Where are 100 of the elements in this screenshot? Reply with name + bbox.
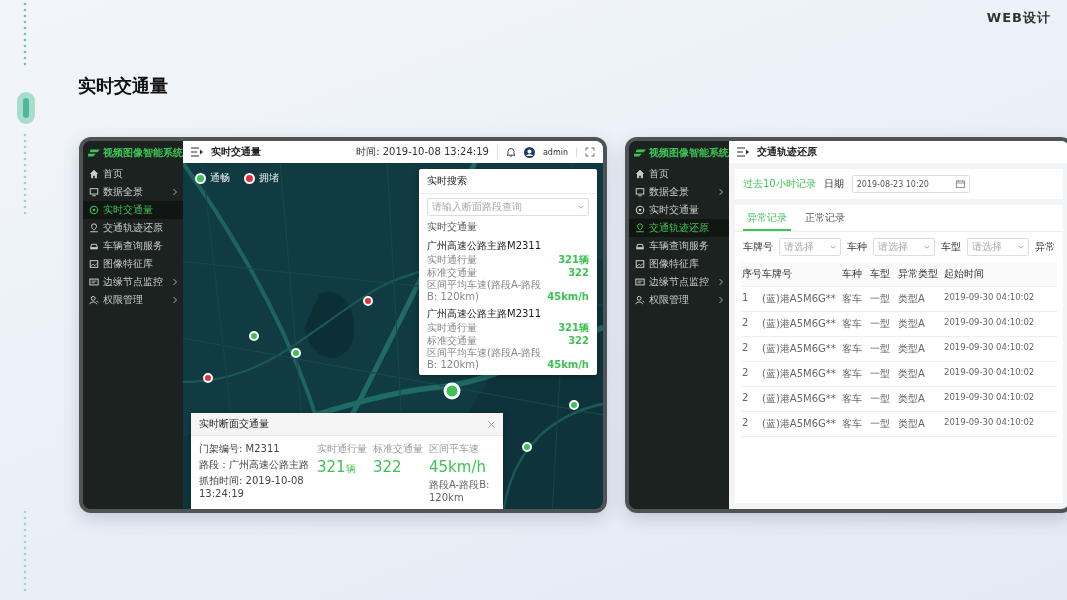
screen-icon (89, 277, 99, 287)
stat-label: 标准交通量 (373, 442, 423, 456)
sidebar-item[interactable]: 实时交通量 (629, 201, 729, 219)
time-text: 时间: 2019-10-08 13:24:19 (356, 145, 498, 159)
table-cell: 2 (741, 362, 761, 387)
table-cell: 2019-09-30 04:10:02 (943, 287, 1057, 312)
table-cell: (蓝)港A5M6G** (761, 387, 841, 412)
table-cell: 2 (741, 337, 761, 362)
table-cell: 一型 (869, 337, 897, 362)
sidebar-item[interactable]: 实时交通量 (83, 201, 183, 219)
user-icon (89, 295, 99, 305)
chevron-icon (718, 188, 724, 196)
section-label: 实时交通量 (427, 220, 478, 234)
map-marker[interactable] (522, 441, 533, 452)
chevron-icon (172, 188, 178, 196)
category-tag: WEB设计 (986, 9, 1051, 27)
sidebar-item[interactable]: 数据全景 (629, 183, 729, 201)
map-marker[interactable] (568, 400, 579, 411)
table-cell: 客车 (841, 387, 869, 412)
sidebar-item[interactable]: 权限管理 (83, 291, 183, 309)
menu-icon[interactable] (737, 147, 749, 157)
metric-value: 321辆 (558, 322, 589, 334)
column-header: 序号 (741, 262, 761, 287)
table-cell: 类型A (897, 337, 943, 362)
bell-icon[interactable] (505, 147, 516, 157)
sidebar-item[interactable]: 图像特征库 (629, 255, 729, 273)
table-cell: 2019-09-30 04:10:02 (943, 337, 1057, 362)
metric-value: 322 (568, 334, 589, 346)
screen-icon (635, 277, 645, 287)
home-icon (89, 169, 99, 179)
image-icon (89, 259, 99, 269)
metric-label: 实时通行量 (427, 322, 478, 334)
table-cell: (蓝)港A5M6G** (761, 337, 841, 362)
table-cell: 客车 (841, 312, 869, 337)
menu-icon[interactable] (191, 147, 203, 157)
table-cell: (蓝)港A5M6G** (761, 412, 841, 437)
table-cell: 类型A (897, 312, 943, 337)
sidebar-item[interactable]: 权限管理 (629, 291, 729, 309)
table-cell: 客车 (841, 412, 869, 437)
table-cell: 一型 (869, 387, 897, 412)
road-name: 广州高速公路主路M2311 (427, 307, 543, 321)
pin-icon (635, 223, 645, 233)
column-header: 车型 (869, 262, 897, 287)
metric-value: 45km/h (547, 290, 589, 302)
chevron-down-icon (1018, 243, 1024, 251)
legend-label: 通畅 (210, 171, 230, 185)
image-icon (635, 259, 645, 269)
sidebar-item[interactable]: 图像特征库 (83, 255, 183, 273)
date-field[interactable]: 2019-08-23 10:20 (851, 175, 970, 193)
metric-value: 322 (568, 266, 589, 278)
page-title: 实时交通量 (211, 145, 262, 159)
page-title: 交通轨迹还原 (757, 145, 818, 159)
sidebar-item[interactable]: 边缘节点监控 (83, 273, 183, 291)
home-icon (635, 169, 645, 179)
map-marker[interactable] (249, 331, 260, 341)
table-cell: 2 (741, 312, 761, 337)
table-cell: 一型 (869, 312, 897, 337)
sidebar-item[interactable]: 交通轨迹还原 (629, 219, 729, 237)
chevron-icon (172, 296, 178, 304)
column-header: 车牌号 (761, 262, 841, 287)
stat-label: 实时通行量 (317, 442, 367, 456)
map-marker[interactable] (362, 296, 373, 307)
avatar-icon[interactable] (523, 146, 535, 158)
panel-title: 实时搜索 (419, 169, 597, 194)
map-marker[interactable] (203, 372, 214, 383)
gauge-icon (635, 205, 645, 215)
username[interactable]: admin (542, 147, 577, 157)
sidebar-item[interactable]: 车辆查询服务 (629, 237, 729, 255)
sidebar-item[interactable]: 首页 (83, 165, 183, 183)
tab[interactable]: 正常记录 (801, 205, 849, 231)
monitor-icon (89, 187, 99, 197)
calendar-icon (955, 180, 965, 188)
table-cell: 2 (741, 387, 761, 412)
metric-value: 45km/h (547, 358, 589, 370)
table-cell: 2019-09-30 04:10:02 (943, 312, 1057, 337)
metric-label: 区间平均车速(路段A-路段B: 120km) (427, 347, 542, 370)
legend-label: 拥堵 (259, 171, 279, 185)
metric-label: 标准交通量 (427, 334, 478, 346)
sidebar-item[interactable]: 车辆查询服务 (83, 237, 183, 255)
table-cell: 客车 (841, 362, 869, 387)
table-cell: 客车 (841, 337, 869, 362)
table-cell: 客车 (841, 287, 869, 312)
sidebar-item[interactable]: 首页 (629, 165, 729, 183)
map-marker[interactable] (291, 348, 302, 359)
logo-icon (634, 149, 646, 157)
car-icon (635, 241, 645, 251)
popup-title: 实时断面交通量 (199, 417, 270, 431)
column-header: 异常类型 (897, 262, 943, 287)
stat-value: 321辆 (317, 458, 357, 476)
fullscreen-icon[interactable] (585, 147, 595, 157)
pin-icon (89, 223, 99, 233)
table-cell: 1 (741, 287, 761, 312)
info-text: 路段：广州高速公路主路 (199, 458, 310, 472)
sidebar-item[interactable]: 交通轨迹还原 (83, 219, 183, 237)
sidebar-item[interactable]: 数据全景 (83, 183, 183, 201)
chevron-down-icon (924, 243, 930, 251)
stat-value: 322 (373, 458, 403, 476)
sidebar-item[interactable]: 边缘节点监控 (629, 273, 729, 291)
table-cell: 一型 (869, 412, 897, 437)
table-cell: 2019-09-30 04:10:02 (943, 387, 1057, 412)
